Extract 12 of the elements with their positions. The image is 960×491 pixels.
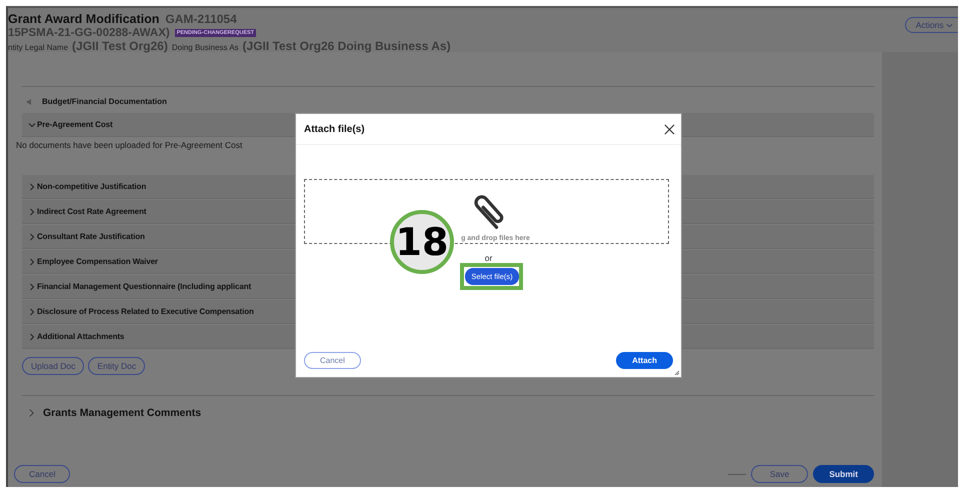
dba-name: (JGII Test Org26 Doing Business As) xyxy=(242,39,451,53)
legal-name-label: ntity Legal Name xyxy=(8,43,68,52)
dialog-title: Attach file(s) xyxy=(304,124,365,134)
legal-name: (JGII Test Org26) xyxy=(72,39,168,53)
page-title: Grant Award Modification xyxy=(8,12,160,26)
section-title: Grants Management Comments xyxy=(43,407,202,419)
award-number: 15PSMA-21-GG-00288-AWAX) xyxy=(8,27,170,39)
or-text: or xyxy=(484,253,494,263)
empty-message: No documents have been uploaded for Pre-Agreement Cost xyxy=(16,139,244,152)
record-id: GAM-211054 xyxy=(165,12,237,26)
dba-label: Doing Business As xyxy=(172,43,239,52)
section-title: Budget/Financial Documentation xyxy=(42,97,167,106)
